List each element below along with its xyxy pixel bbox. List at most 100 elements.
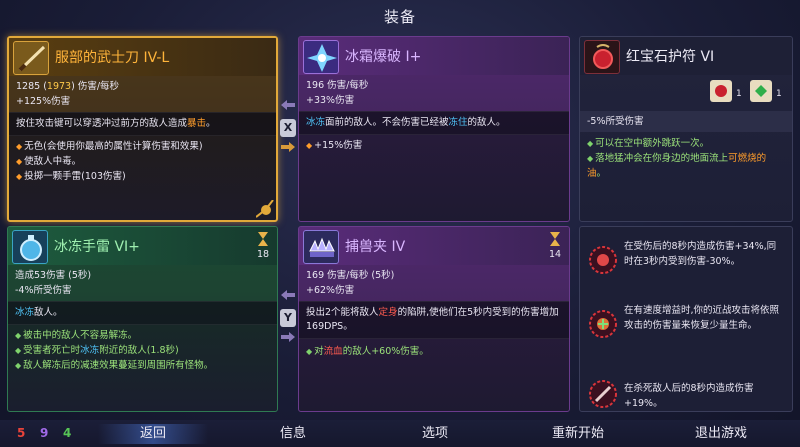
affix-marker-icon: ◆	[306, 141, 313, 150]
desc-text-end: 的敌人。	[467, 117, 506, 128]
desc-highlight: 冰冻	[306, 117, 326, 128]
weapon-stats: 1285 (1973) 伤害/每秒 +125%伤害	[9, 76, 276, 112]
card-header: 冰冻手雷 VI+ 18	[8, 227, 277, 265]
mutation-text: 在受伤后的8秒内造成伤害+34%,同时在3秒内受到伤害-30%。	[624, 241, 777, 267]
affix-2-end: 。	[596, 168, 607, 179]
skill-damage: 造成53伤害 (5秒)	[15, 270, 92, 281]
affix-1-end: 的敌人+60%伤害。	[342, 346, 429, 357]
affix-1-highlight: 流血	[323, 346, 343, 357]
skill-card-freeze-grenade[interactable]: 冰冻手雷 VI+ 18 造成53伤害 (5秒) -4%所受伤害 冰冻敌人。 ◆ 被…	[7, 226, 278, 412]
card-header: 捕兽夹 IV 14	[299, 227, 569, 265]
skill-affixes: ◆ 对流血的敌人+60%伤害。	[299, 341, 569, 362]
affix-marker-icon: ◆	[15, 346, 22, 355]
dps-value: 169 伤害/每秒 (5秒)	[306, 270, 395, 281]
weapon-name: 冰霜爆破 I+	[345, 49, 422, 65]
affix-marker-icon: ◆	[15, 331, 22, 340]
mutation-item[interactable]: 在有速度增益时,你的近战攻击将依照攻击的伤害量来恢复少量生命。	[584, 297, 788, 355]
amulet-stats: -5%所受伤害	[580, 111, 792, 132]
affix-marker-icon: ◆	[15, 361, 22, 370]
info-button[interactable]: 信息	[258, 424, 328, 444]
mutation-kill-icon	[588, 379, 618, 409]
damage-reduction: -4%所受伤害	[15, 285, 72, 296]
affix-3: 投掷一颗手雷(103伤害)	[24, 171, 126, 182]
back-button[interactable]: 返回	[98, 424, 208, 444]
screen-title: 装备	[383, 8, 416, 26]
swap-left-arrow-icon	[281, 290, 295, 300]
cooldown-value: 18	[256, 249, 270, 260]
restart-button[interactable]: 重新开始	[528, 424, 628, 444]
swap-skills-button[interactable]: Y	[280, 309, 296, 327]
mutation-item[interactable]: 在受伤后的8秒内造成伤害+34%,同时在3秒内受到伤害-30%。	[584, 233, 788, 291]
weapon-description: 冰冻面前的敌人。不会伤害已经被冻住的敌人。	[299, 111, 569, 135]
swap-left-arrow-icon	[281, 100, 295, 110]
options-button[interactable]: 选项	[400, 424, 470, 444]
affix-2: 落地猛冲会在你身边的地面流上	[595, 153, 729, 164]
mutation-item[interactable]: 在杀死敌人后的8秒内造成伤害+19%。	[584, 367, 788, 411]
desc-highlight: 定身	[378, 307, 398, 318]
cooldown: 18	[255, 231, 271, 260]
swap-right-arrow-icon	[281, 332, 295, 342]
ruby-amulet-icon	[584, 40, 620, 74]
skill-card-wolf-trap[interactable]: 捕兽夹 IV 14 169 伤害/每秒 (5秒) +62%伤害 投出2个能将敌人…	[298, 226, 570, 412]
dps-value: 196 伤害/每秒	[306, 80, 369, 91]
desc-text: 面前的敌人。不会伤害已经被	[325, 117, 449, 128]
hourglass-icon	[550, 232, 560, 246]
dps-value: 1285 (	[16, 81, 47, 92]
affix-marker-icon: ◆	[16, 142, 23, 151]
weapon-affixes: ◆ +15%伤害	[299, 135, 569, 156]
affix-1: 被击中的敌人不容易解冻。	[23, 330, 138, 341]
desc-text-end: 。	[206, 118, 216, 129]
weapon-description: 按住攻击键可以穿透冲过前方的敌人造成暴击。	[9, 112, 276, 136]
skill-stats: 169 伤害/每秒 (5秒) +62%伤害	[299, 265, 569, 301]
mutation-heal-icon	[588, 309, 618, 339]
card-header: 冰霜爆破 I+	[299, 37, 569, 75]
scroll-count-1: 1	[736, 89, 742, 99]
swap-right-arrow-icon	[281, 142, 295, 152]
affix-marker-icon: ◆	[16, 157, 23, 166]
skill-name: 捕兽夹 IV	[345, 239, 406, 255]
weapon-name: 服部的武士刀 IV-L	[55, 50, 170, 66]
freeze-grenade-icon	[12, 230, 48, 264]
affix-2-end: 附近的敌人(1.8秒)	[99, 345, 179, 356]
mutation-blood-icon	[588, 245, 618, 275]
skill-description: 冰冻敌人。	[8, 301, 277, 325]
brutality-count: 5	[17, 426, 26, 440]
desc-text: 敌人。	[34, 307, 63, 318]
amulet-name: 红宝石护符 VI	[626, 49, 715, 65]
affix-1: 对	[314, 346, 324, 357]
weapon-card-frost-blast[interactable]: 冰霜爆破 I+ 196 伤害/每秒 +33%伤害 冰冻面前的敌人。不会伤害已经被…	[298, 36, 570, 222]
affix-3: 敌人解冻后的减速效果蔓延到周围所有怪物。	[23, 360, 214, 371]
desc-highlight-2: 冻住	[448, 117, 468, 128]
affix-marker-icon: ◆	[587, 154, 594, 163]
survival-count: 4	[63, 426, 72, 440]
affix-1: 无色(会使用你最高的属性计算伤害和效果)	[24, 141, 203, 152]
affix-1: 可以在空中额外跳跃一次。	[595, 138, 710, 149]
frost-blast-icon	[303, 40, 339, 74]
weapon-card-katana[interactable]: 服部的武士刀 IV-L 1285 (1973) 伤害/每秒 +125%伤害 按住…	[7, 36, 278, 222]
scroll-count-2: 1	[776, 89, 782, 99]
damage-bonus: +62%伤害	[306, 285, 355, 296]
desc-highlight: 暴击	[187, 118, 207, 129]
amulet-card[interactable]: 红宝石护符 VI 1 1 -5%所受伤害 ◆ 可以在空中额外跳跃一次。 ◆ 落地猛冲…	[579, 36, 793, 222]
desc-text: 按住攻击键可以穿透冲过前方的敌人造成	[16, 118, 188, 129]
damage-reduction: -5%所受伤害	[587, 116, 644, 127]
quit-game-button[interactable]: 退出游戏	[676, 424, 766, 444]
wolf-trap-icon	[303, 230, 339, 264]
cooldown: 14	[547, 231, 563, 260]
affix-marker-icon: ◆	[587, 139, 594, 148]
swap-weapons-button[interactable]: X	[280, 119, 296, 137]
dps-alt-value: 1973	[46, 81, 72, 92]
cooldown-value: 14	[548, 249, 562, 260]
weapon-stats: 196 伤害/每秒 +33%伤害	[299, 75, 569, 111]
mutation-text: 在有速度增益时,你的近战攻击将依照攻击的伤害量来恢复少量生命。	[624, 305, 780, 331]
katana-icon	[13, 41, 49, 75]
skill-description: 投出2个能将敌人定身的陷阱,使他们在5秒内受到的伤害增加169DPS。	[299, 301, 569, 339]
affix-2-highlight: 冰冻	[80, 345, 100, 356]
desc-text: 投出2个能将敌人	[306, 307, 379, 318]
desc-highlight: 冰冻	[15, 307, 35, 318]
affix-marker-icon: ◆	[306, 347, 313, 356]
skill-affixes: ◆ 被击中的敌人不容易解冻。 ◆ 受害者死亡时冰冻附近的敌人(1.8秒) ◆ 敌人解冻…	[8, 325, 277, 376]
affix-2: 使敌人中毒。	[24, 156, 82, 167]
hourglass-icon	[258, 232, 268, 246]
card-header: 红宝石护符 VI	[580, 37, 792, 75]
